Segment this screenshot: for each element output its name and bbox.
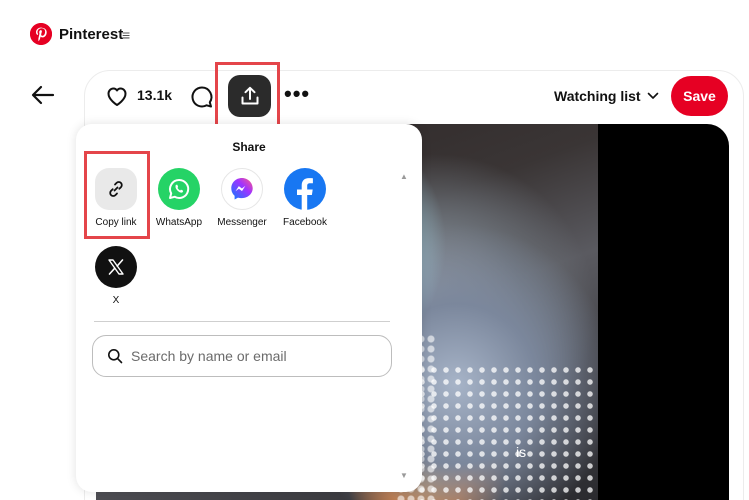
share-option-messenger[interactable]: Messenger (207, 168, 277, 228)
share-panel: Share ▲ Copy link WhatsApp Messenger Fac… (76, 124, 422, 492)
like-count: 13.1k (137, 87, 173, 103)
like-button[interactable] (105, 84, 129, 108)
share-option-facebook[interactable]: Facebook (270, 168, 340, 228)
chevron-down-icon (647, 92, 658, 99)
share-option-whatsapp[interactable]: WhatsApp (144, 168, 214, 228)
search-icon (108, 349, 123, 364)
heart-icon (107, 87, 127, 106)
copy-link-highlight (84, 151, 150, 239)
video-caption: is (516, 444, 527, 460)
whatsapp-icon (158, 168, 200, 210)
share-option-x[interactable]: X (81, 246, 151, 306)
search-input[interactable] (131, 348, 381, 364)
share-option-label: X (112, 295, 120, 306)
save-button[interactable]: Save (671, 76, 728, 116)
facebook-icon (284, 168, 326, 210)
hamburger-menu-icon[interactable]: ≡ (122, 27, 130, 43)
share-option-label: Facebook (283, 217, 327, 228)
top-bar: Pinterest ≡ (0, 0, 749, 60)
more-options-button[interactable]: ••• (284, 83, 312, 106)
board-select[interactable]: Watching list (554, 88, 659, 104)
scroll-up-arrow-icon[interactable]: ▲ (400, 172, 408, 181)
search-field[interactable] (92, 335, 392, 377)
messenger-icon (221, 168, 263, 210)
board-select-label: Watching list (554, 88, 641, 104)
share-option-label: WhatsApp (155, 217, 203, 228)
video-dot-pattern (416, 364, 596, 500)
arrow-left-icon (31, 85, 55, 105)
share-option-label: Messenger (217, 217, 267, 228)
pinterest-logo-icon[interactable] (30, 23, 52, 45)
brand-name[interactable]: Pinterest (59, 26, 123, 43)
comment-button[interactable] (189, 84, 215, 110)
divider (94, 321, 390, 322)
share-button-highlight (215, 62, 280, 128)
scroll-down-arrow-icon[interactable]: ▼ (400, 471, 408, 480)
back-button[interactable] (26, 80, 60, 110)
x-icon (95, 246, 137, 288)
comment-bubble-icon (191, 86, 213, 108)
